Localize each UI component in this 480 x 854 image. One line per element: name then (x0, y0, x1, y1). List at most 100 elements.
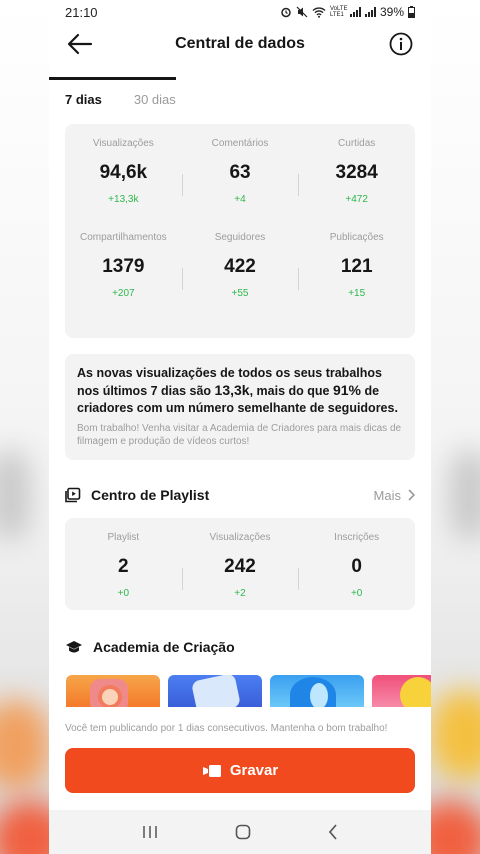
system-nav-bar (49, 810, 431, 854)
playlist-card: Playlist 2 +0 Visualizações 242 +2 Inscr… (65, 518, 415, 610)
stats-card: Visualizações 94,6k +13,3k Comentários 6… (65, 124, 415, 338)
academy-section-header: Academia de Criação (65, 636, 415, 658)
megaphone-highlight (310, 683, 328, 707)
wifi-icon (312, 7, 326, 18)
clock: 21:10 (65, 4, 98, 20)
academy-banners (66, 675, 431, 707)
tab-indicator-row (49, 64, 431, 80)
stat-playlist[interactable]: Playlist 2 +0 (65, 532, 182, 600)
stat-label: Comentários (211, 138, 269, 149)
summary-value: 13,3k (214, 382, 250, 398)
academy-banner-camera[interactable] (66, 675, 160, 707)
blurred-backdrop (0, 450, 30, 540)
signal-icon (364, 7, 376, 17)
stat-label: Compartilhamentos (79, 232, 167, 243)
stat-delta: +15 (348, 288, 366, 299)
record-button[interactable]: Gravar (65, 748, 415, 793)
stat-playlist-views[interactable]: Visualizações 242 +2 (181, 532, 299, 600)
stats-row: Visualizações 94,6k +13,3k Comentários 6… (65, 138, 415, 232)
stat-label: Playlist (107, 532, 140, 543)
streak-message: Você tem publicando por 1 dias consecuti… (65, 723, 388, 734)
alarm-icon (281, 7, 291, 18)
more-label: Mais (373, 487, 401, 503)
stat-delta: +0 (350, 588, 363, 599)
stat-value: 63 (229, 162, 251, 183)
section-title-group: Academia de Criação (65, 639, 235, 655)
lens-illustration (98, 685, 122, 707)
stat-value: 2 (118, 556, 129, 577)
stats-row: Compartilhamentos 1379 +207 Seguidores 4… (65, 232, 415, 326)
blurred-backdrop (450, 450, 480, 540)
clapper-illustration (190, 675, 242, 707)
academy-banner-clapper[interactable] (168, 675, 262, 707)
stat-likes[interactable]: Curtidas 3284 +472 (298, 138, 415, 232)
network-label: VoLTE LTE1 (329, 6, 348, 18)
playlist-icon (65, 487, 81, 503)
bulb-illustration (400, 677, 431, 707)
stat-value: 1379 (102, 256, 145, 277)
stat-comments[interactable]: Comentários 63 +4 (181, 138, 299, 232)
summary-note: Bom trabalho! Venha visitar a Academia d… (77, 423, 402, 447)
section-title-group: Centro de Playlist (65, 487, 209, 503)
stat-label: Seguidores (214, 232, 266, 243)
summary-text: As novas visualizações de todos os seus … (77, 365, 403, 417)
recent-apps-icon[interactable] (142, 825, 158, 839)
stats-row: Playlist 2 +0 Visualizações 242 +2 Inscr… (65, 532, 415, 600)
stat-views[interactable]: Visualizações 94,6k +13,3k (65, 138, 182, 232)
section-title: Academia de Criação (93, 639, 235, 655)
stat-value: 242 (224, 556, 256, 577)
status-bar: 21:10 VoLTE LTE1 39% (49, 0, 431, 24)
stat-label: Publicações (329, 232, 384, 243)
stat-posts[interactable]: Publicações 121 +15 (298, 232, 415, 326)
stat-label: Visualizações (92, 138, 154, 149)
status-icons: VoLTE LTE1 39% (280, 5, 415, 19)
stat-delta: +2 (234, 588, 246, 599)
stat-value: 94,6k (99, 162, 148, 183)
playlist-section-header: Centro de Playlist Mais (65, 484, 415, 506)
academy-banner-megaphone[interactable] (270, 675, 364, 707)
tab-underline (49, 77, 176, 80)
stat-delta: +0 (117, 588, 130, 599)
tab-30-days[interactable]: 30 dias (134, 92, 176, 124)
period-tabs: 7 dias 30 dias (49, 80, 431, 124)
back-icon[interactable] (328, 824, 338, 840)
stat-delta: +207 (112, 288, 135, 299)
page-title: Central de dados (175, 35, 305, 52)
chevron-right-icon (408, 489, 415, 501)
stat-label: Inscrições (334, 532, 380, 543)
summary-card: As novas visualizações de todos os seus … (65, 354, 415, 460)
stat-label: Visualizações (209, 532, 271, 543)
app-screen: 21:10 VoLTE LTE1 39% Central de dados 7 … (49, 0, 431, 854)
stat-delta: +4 (234, 194, 246, 205)
academy-banner-bulb[interactable] (372, 675, 431, 707)
graduation-cap-icon (66, 641, 82, 653)
top-bar: Central de dados (49, 24, 431, 64)
stat-delta: +472 (345, 194, 368, 205)
blurred-backdrop (0, 700, 50, 790)
stat-delta: +55 (231, 288, 249, 299)
battery-icon (408, 6, 415, 18)
stat-value: 0 (351, 556, 362, 577)
summary-percent: 91% (332, 382, 361, 398)
summary-part: , mais do que (249, 384, 333, 398)
stat-value: 121 (340, 256, 373, 277)
stat-followers[interactable]: Seguidores 422 +55 (181, 232, 299, 326)
tab-7-days[interactable]: 7 dias (65, 92, 102, 124)
record-button-label: Gravar (229, 762, 279, 779)
section-title: Centro de Playlist (91, 487, 210, 503)
signal-icon (349, 7, 361, 17)
info-icon[interactable] (389, 32, 413, 56)
stat-label: Curtidas (338, 138, 376, 149)
mute-icon (296, 6, 308, 18)
more-link[interactable]: Mais (374, 488, 415, 503)
stat-value: 3284 (335, 162, 378, 183)
home-icon[interactable] (235, 824, 251, 840)
stat-shares[interactable]: Compartilhamentos 1379 +207 (65, 232, 182, 326)
back-arrow-icon[interactable] (67, 32, 93, 56)
battery-percent: 39% (379, 5, 404, 19)
stat-subscriptions[interactable]: Inscrições 0 +0 (298, 532, 415, 600)
stat-delta: +13,3k (108, 194, 139, 205)
blurred-backdrop (430, 690, 480, 780)
stat-value: 422 (224, 256, 256, 277)
video-camera-icon (202, 764, 221, 777)
